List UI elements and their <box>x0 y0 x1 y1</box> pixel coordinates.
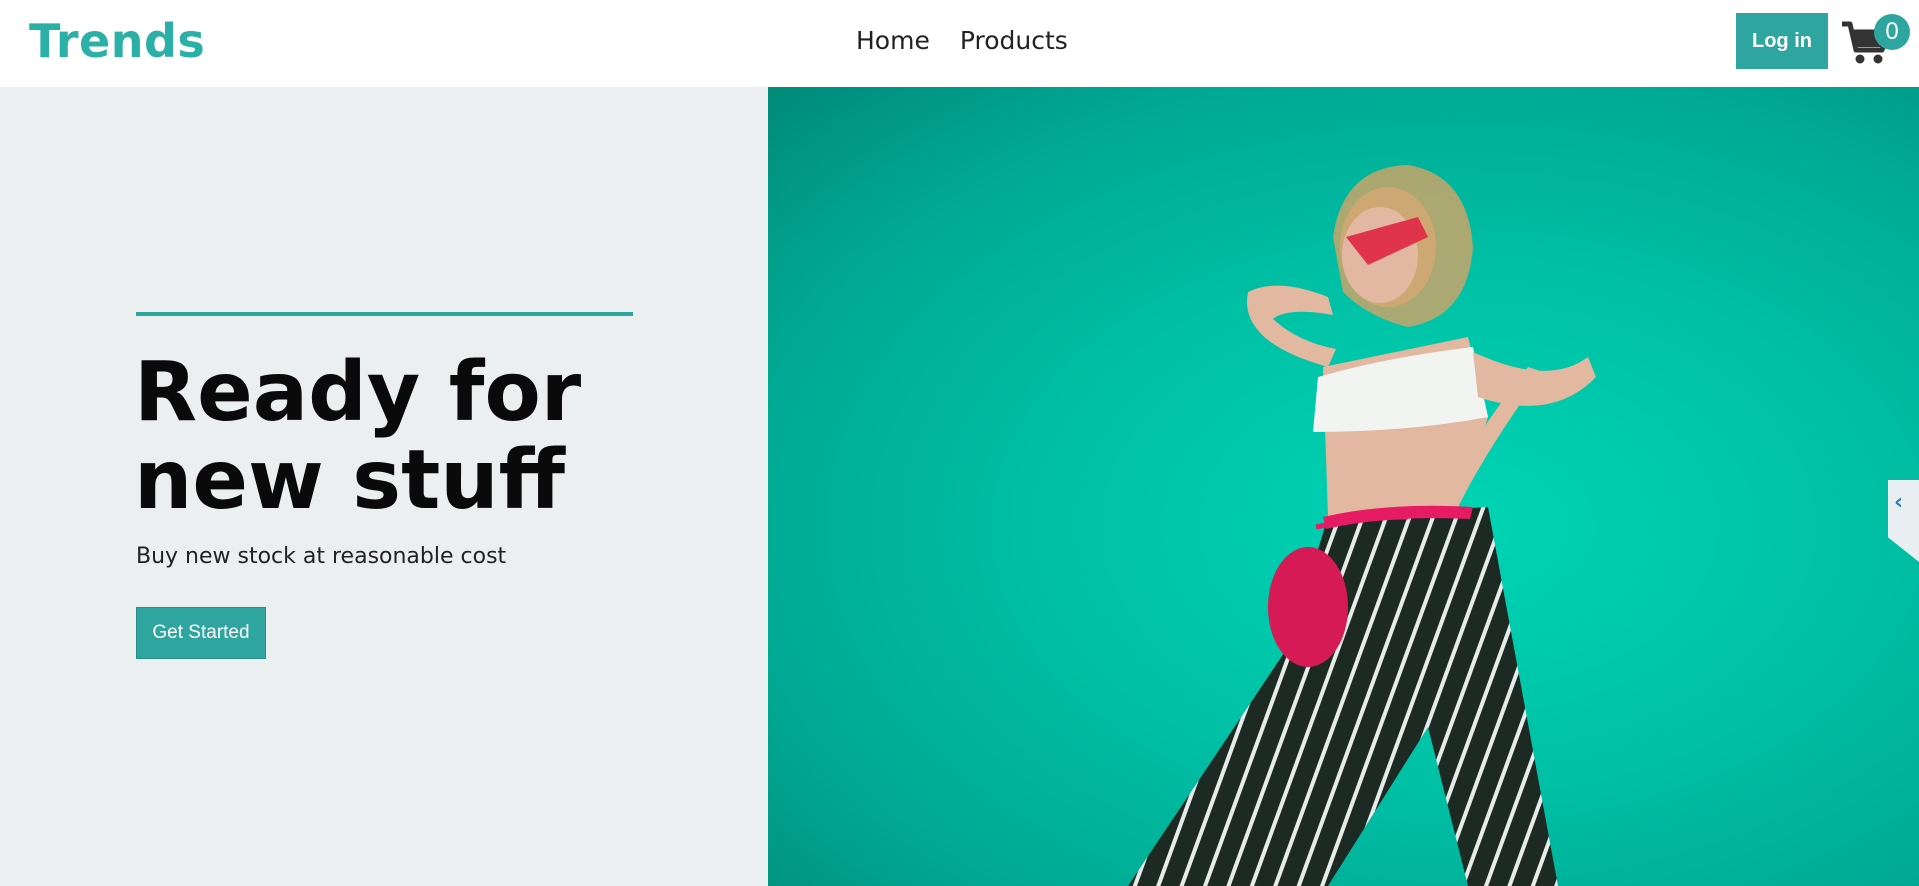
hero-title: Ready for new stuff <box>134 345 582 528</box>
cart-count-badge: 0 <box>1874 14 1910 50</box>
nav-products-link[interactable]: Products <box>960 26 1068 55</box>
get-started-button[interactable]: Get Started <box>136 607 266 659</box>
chevron-left-icon: ‹ <box>1894 490 1904 515</box>
brand-logo[interactable]: Trends <box>29 14 205 68</box>
cart-button[interactable]: 0 <box>1840 14 1910 70</box>
nav-home-link[interactable]: Home <box>856 26 930 55</box>
hero-subtitle: Buy new stock at reasonable cost <box>136 544 507 569</box>
hero-text-panel: Ready for new stuff Buy new stock at rea… <box>0 87 768 886</box>
login-button[interactable]: Log in <box>1736 13 1828 69</box>
hero-image <box>768 87 1919 886</box>
hero-divider <box>136 312 633 316</box>
hero-model-illustration <box>1128 165 1596 886</box>
main-nav: Home Products <box>856 26 1068 55</box>
navbar: Trends Home Products Log in 0 <box>0 0 1919 87</box>
